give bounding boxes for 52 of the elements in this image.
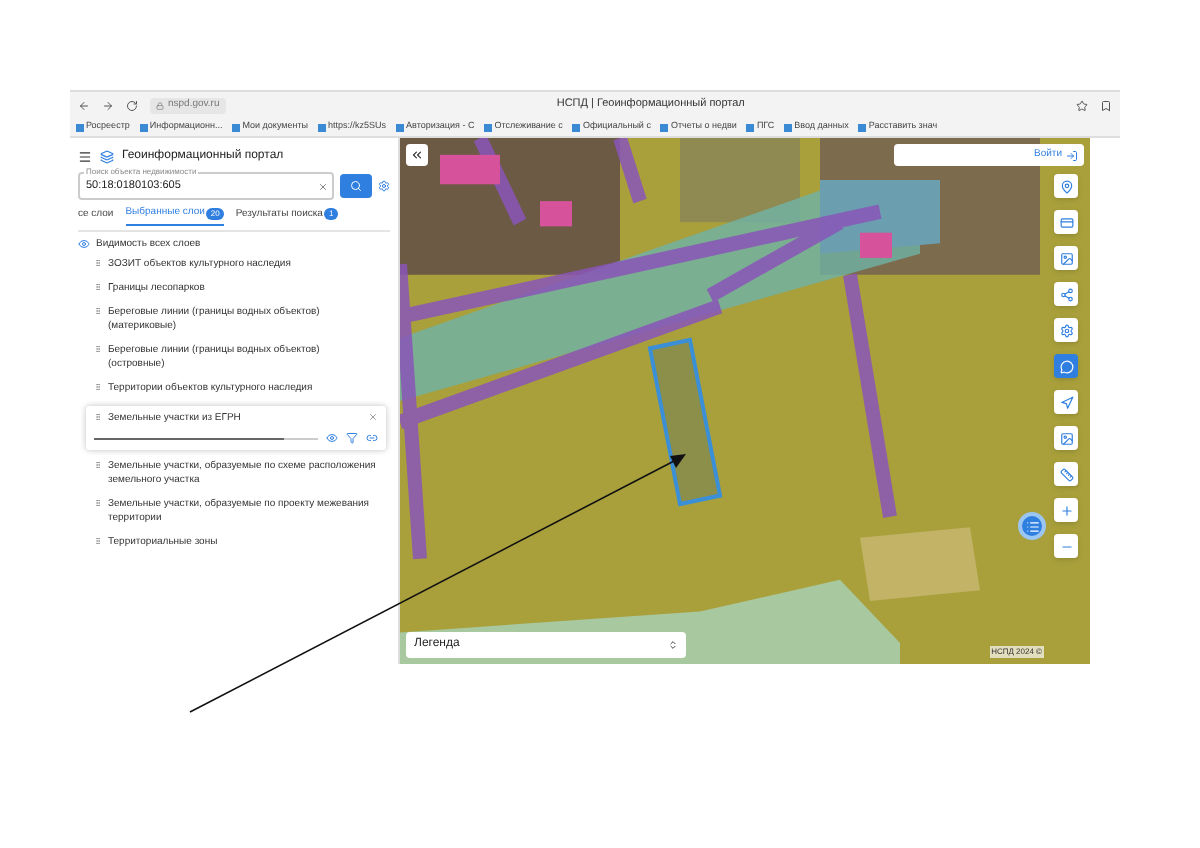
chevrons-left-icon	[410, 148, 424, 162]
eye-icon[interactable]	[78, 238, 90, 251]
chat-icon	[1059, 359, 1073, 373]
menu-icon[interactable]	[78, 150, 92, 164]
zoom-in-button[interactable]	[1054, 498, 1078, 522]
favicon-icon	[660, 123, 669, 131]
settings-icon[interactable]	[378, 180, 390, 192]
ruler-button[interactable]	[1054, 462, 1078, 486]
search-icon	[350, 180, 362, 192]
chat-button[interactable]	[1054, 354, 1078, 378]
card-icon	[1059, 215, 1073, 229]
ruler-icon	[1059, 467, 1073, 481]
zoom-in-icon	[1059, 503, 1073, 517]
lock-icon	[156, 101, 164, 109]
favicon-icon	[484, 123, 493, 131]
favicon-icon	[746, 123, 755, 131]
favicon-icon	[232, 123, 241, 131]
forward-icon[interactable]	[102, 99, 114, 111]
back-icon[interactable]	[78, 99, 90, 111]
share-icon	[1059, 287, 1073, 301]
favicon-icon	[76, 123, 84, 131]
favicon-icon	[858, 123, 867, 131]
image-button[interactable]	[1054, 246, 1078, 270]
favicon-icon	[139, 123, 148, 131]
bookmark-icon[interactable]	[1100, 99, 1112, 111]
settings-button[interactable]	[1054, 318, 1078, 342]
card-button[interactable]	[1054, 210, 1078, 234]
favicon-icon	[572, 123, 581, 131]
marker-icon	[1059, 179, 1073, 193]
favicon-icon	[784, 123, 793, 131]
collapse-button[interactable]	[406, 144, 428, 166]
image-layers-button[interactable]	[1054, 426, 1078, 450]
updown-icon	[668, 640, 678, 650]
image-icon	[1059, 251, 1073, 265]
zoom-out-button[interactable]	[1054, 534, 1078, 558]
eye-icon[interactable]	[326, 432, 338, 444]
filter-icon[interactable]	[346, 432, 358, 444]
list-icon	[1025, 519, 1039, 533]
star-icon[interactable]	[1076, 99, 1088, 111]
search-button[interactable]	[340, 174, 372, 198]
portal-logo-icon	[100, 150, 114, 164]
settings-icon	[1059, 323, 1073, 337]
link-icon[interactable]	[366, 432, 378, 444]
navigation-icon	[1059, 395, 1073, 409]
share-button[interactable]	[1054, 282, 1078, 306]
favicon-icon	[318, 123, 327, 131]
marker-button[interactable]	[1054, 174, 1078, 198]
navigation-button[interactable]	[1054, 390, 1078, 414]
image-layers-icon	[1059, 431, 1073, 445]
favicon-icon	[396, 123, 405, 131]
reload-icon[interactable]	[126, 99, 138, 111]
login-icon	[1066, 149, 1078, 161]
